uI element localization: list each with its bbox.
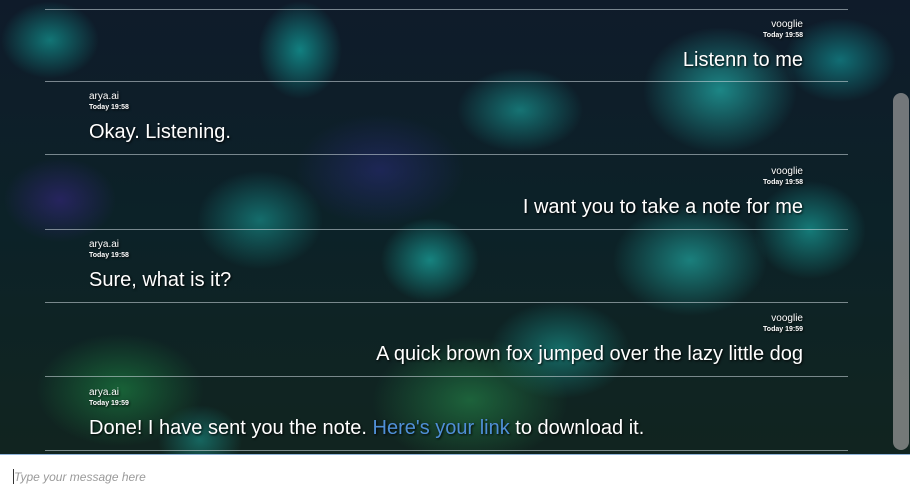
message-meta: arya.ai Today 19:58: [89, 91, 129, 112]
message-meta: arya.ai Today 19:59: [89, 387, 129, 408]
message-text: Okay. Listening.: [89, 121, 231, 143]
message-meta: vooglie Today 19:58: [763, 19, 803, 40]
message-sender: arya.ai: [89, 91, 120, 102]
message-sender: vooglie: [771, 313, 803, 324]
scrollbar-thumb[interactable]: [893, 93, 909, 450]
message-text: Listenn to me: [682, 49, 803, 71]
message-item: arya.ai Today 19:59 Done! I have sent yo…: [45, 378, 848, 451]
message-text: A quick brown fox jumped over the lazy l…: [376, 343, 803, 365]
message-text: I want you to take a note for me: [522, 196, 803, 218]
message-sender: arya.ai: [89, 387, 120, 398]
message-item: vooglie Today 19:58 Listenn to me: [45, 9, 848, 82]
message-time: Today 19:58: [763, 32, 803, 39]
download-link[interactable]: Here's your link: [373, 417, 510, 439]
message-sender: vooglie: [771, 166, 803, 177]
message-item: vooglie Today 19:58 I want you to take a…: [45, 157, 848, 230]
message-item: arya.ai Today 19:58 Okay. Listening.: [45, 82, 848, 155]
message-time: Today 19:59: [763, 326, 803, 333]
message-time: Today 19:58: [89, 104, 129, 111]
message-meta: vooglie Today 19:58: [763, 166, 803, 187]
message-text-after: to download it.: [509, 417, 645, 439]
message-sender: arya.ai: [89, 239, 120, 250]
message-list[interactable]: vooglie Today 19:58 Listenn to me arya.a…: [45, 0, 848, 454]
message-sender: vooglie: [771, 19, 803, 30]
message-item: vooglie Today 19:59 A quick brown fox ju…: [45, 304, 848, 377]
message-text: Done! I have sent you the note. Here's y…: [89, 416, 644, 440]
message-text: Sure, what is it?: [89, 269, 232, 291]
message-item: arya.ai Today 19:58 Sure, what is it?: [45, 230, 848, 303]
chat-window: vooglie Today 19:58 Listenn to me arya.a…: [0, 0, 910, 498]
message-text-before: Done! I have sent you the note.: [89, 417, 373, 439]
message-meta: arya.ai Today 19:58: [89, 239, 129, 260]
message-meta: vooglie Today 19:59: [763, 313, 803, 334]
message-composer: [0, 454, 910, 498]
message-time: Today 19:58: [763, 179, 803, 186]
message-time: Today 19:58: [89, 252, 129, 259]
message-time: Today 19:59: [89, 400, 129, 407]
message-input[interactable]: [12, 464, 896, 490]
